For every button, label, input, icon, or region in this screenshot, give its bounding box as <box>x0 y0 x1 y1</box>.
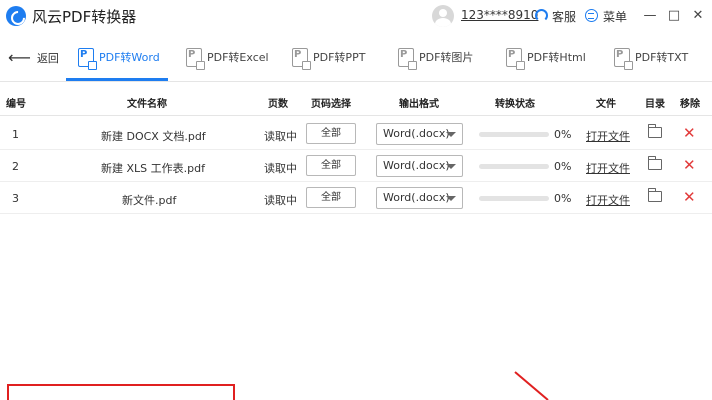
format-select-value: Word(.docx) <box>383 127 450 140</box>
folder-icon[interactable] <box>647 124 662 138</box>
menu-button[interactable]: 菜单 <box>603 8 627 25</box>
progress-bar <box>479 164 549 169</box>
progress-bar <box>479 196 549 201</box>
service-button[interactable]: 客服 <box>552 8 576 25</box>
pdf-txt-icon <box>614 47 633 70</box>
format-select[interactable]: Word(.docx) <box>376 155 463 177</box>
table-row: 3 新文件.pdf 读取中 全部 Word(.docx) 0% 打开文件 ✕ <box>0 182 712 214</box>
row-filename: 新文件.pdf <box>122 194 177 207</box>
conversion-toolbar: ⟵ 返回 PDF转Word PDF转Excel PDF转PPT PDF转图片 P… <box>0 32 712 82</box>
progress-text: 0% <box>554 160 572 173</box>
header-page-select: 页码选择 <box>311 99 351 110</box>
chevron-down-icon <box>446 132 456 137</box>
header-remove: 移除 <box>680 99 700 110</box>
row-pages: 读取中 <box>264 130 297 143</box>
format-select[interactable]: Word(.docx) <box>376 187 463 209</box>
tab-pdf-to-excel[interactable]: PDF转Excel <box>186 32 269 82</box>
chevron-down-icon <box>446 196 456 201</box>
folder-icon[interactable] <box>647 156 662 170</box>
row-pages: 读取中 <box>264 162 297 175</box>
pdf-word-icon <box>78 47 97 70</box>
page-select-button[interactable]: 全部 <box>306 187 356 208</box>
header-filename: 文件名称 <box>127 99 167 110</box>
close-window-button[interactable]: ✕ <box>688 6 708 26</box>
title-bar: 风云PDF转换器 123****8910 客服 菜单 — □ ✕ <box>0 0 712 32</box>
tab-label: PDF转Excel <box>207 51 269 64</box>
tab-pdf-to-html[interactable]: PDF转Html <box>506 32 586 82</box>
header-pages: 页数 <box>268 99 288 110</box>
close-icon[interactable]: ✕ <box>683 156 696 174</box>
format-select-value: Word(.docx) <box>383 191 450 204</box>
headset-icon[interactable] <box>535 9 548 22</box>
table-header: 编号 文件名称 页数 页码选择 输出格式 转换状态 文件 目录 移除 <box>0 86 712 116</box>
tab-pdf-to-image[interactable]: PDF转图片 <box>398 32 473 82</box>
header-output-format: 输出格式 <box>399 99 439 110</box>
row-index: 2 <box>12 160 19 173</box>
table-row: 1 新建 DOCX 文档.pdf 读取中 全部 Word(.docx) 0% 打… <box>0 118 712 150</box>
format-select-value: Word(.docx) <box>383 159 450 172</box>
user-avatar[interactable] <box>432 5 454 27</box>
page-select-button[interactable]: 全部 <box>306 123 356 144</box>
tab-pdf-to-txt[interactable]: PDF转TXT <box>614 32 688 82</box>
pdf-html-icon <box>506 47 525 70</box>
open-file-link[interactable]: 打开文件 <box>586 192 630 208</box>
pdf-ppt-icon <box>292 47 311 70</box>
header-index: 编号 <box>6 99 26 110</box>
tab-label: PDF转Word <box>99 51 160 64</box>
user-phone-link[interactable]: 123****8910 <box>461 8 538 22</box>
annotation-highlight-box <box>7 384 235 400</box>
row-index: 3 <box>12 192 19 205</box>
minimize-button[interactable]: — <box>640 6 660 26</box>
open-file-link[interactable]: 打开文件 <box>586 160 630 176</box>
close-icon[interactable]: ✕ <box>683 124 696 142</box>
format-select[interactable]: Word(.docx) <box>376 123 463 145</box>
open-file-link[interactable]: 打开文件 <box>586 128 630 144</box>
progress-text: 0% <box>554 128 572 141</box>
header-status: 转换状态 <box>495 99 535 110</box>
row-filename: 新建 XLS 工作表.pdf <box>101 162 205 175</box>
progress-text: 0% <box>554 192 572 205</box>
tab-pdf-to-word[interactable]: PDF转Word <box>78 32 160 82</box>
app-title: 风云PDF转换器 <box>32 8 137 26</box>
chevron-down-icon <box>446 164 456 169</box>
folder-icon[interactable] <box>647 188 662 202</box>
page-select-button[interactable]: 全部 <box>306 155 356 176</box>
row-index: 1 <box>12 128 19 141</box>
tab-pdf-to-ppt[interactable]: PDF转PPT <box>292 32 365 82</box>
menu-icon[interactable] <box>585 9 598 22</box>
maximize-button[interactable]: □ <box>664 6 684 26</box>
tab-label: PDF转图片 <box>419 51 474 64</box>
back-button[interactable]: ⟵ 返回 <box>8 48 59 68</box>
app-logo-icon <box>6 6 26 26</box>
close-icon[interactable]: ✕ <box>683 188 696 206</box>
row-pages: 读取中 <box>264 194 297 207</box>
row-filename: 新建 DOCX 文档.pdf <box>101 130 206 143</box>
tab-label: PDF转TXT <box>635 51 689 64</box>
arrow-left-icon: ⟵ <box>8 48 31 67</box>
pdf-image-icon <box>398 47 417 70</box>
tab-label: PDF转PPT <box>313 51 366 64</box>
table-row: 2 新建 XLS 工作表.pdf 读取中 全部 Word(.docx) 0% 打… <box>0 150 712 182</box>
progress-bar <box>479 132 549 137</box>
tab-label: PDF转Html <box>527 51 586 64</box>
back-label: 返回 <box>36 52 59 65</box>
header-directory: 目录 <box>645 99 665 110</box>
active-tab-indicator <box>66 78 168 81</box>
pdf-excel-icon <box>186 47 205 70</box>
header-file: 文件 <box>596 99 616 110</box>
